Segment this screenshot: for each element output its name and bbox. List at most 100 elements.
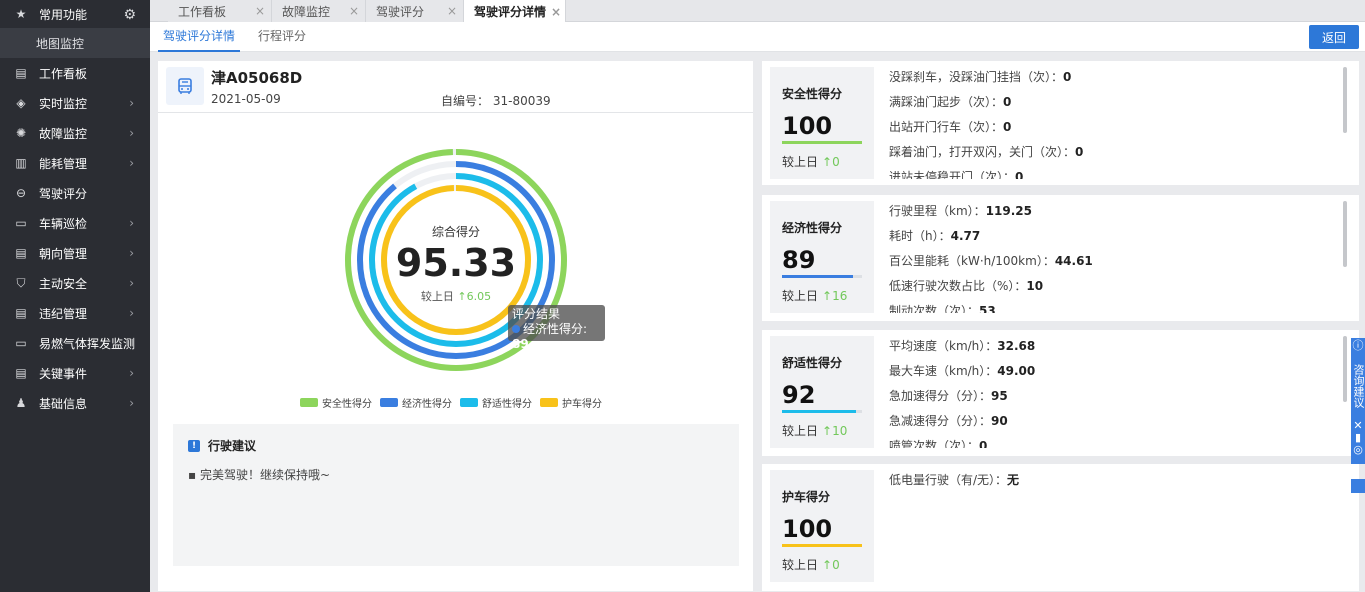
score-card: 经济性得分 89 较上日 ↑16 行驶里程（km）：119.25 耗时（h）：4.77 百公… xyxy=(762,195,1359,321)
detail-value: 53 xyxy=(979,304,996,313)
back-button[interactable]: 返回 xyxy=(1309,25,1359,49)
tab-driving-score-detail[interactable]: 驾驶评分详情 × xyxy=(464,0,566,22)
sidebar-item-9[interactable]: ▭ 易燃气体挥发监测 xyxy=(0,328,150,358)
legend-item[interactable]: 安全性得分 xyxy=(300,395,372,410)
detail-value: 0 xyxy=(979,439,988,448)
sidebar-item-7[interactable]: ⛉ 主动安全 › xyxy=(0,268,150,298)
chevron-right-icon: › xyxy=(129,366,134,380)
score-details: 低电量行驶（有/无）：无 xyxy=(889,468,1344,582)
score-summary: 舒适性得分 92 较上日 ↑10 xyxy=(770,336,874,448)
detail-row: 没踩刹车，没踩油门挂挡（次）：0 xyxy=(889,65,1344,90)
scrollbar[interactable] xyxy=(1343,67,1347,133)
tab-label: 工作看板 xyxy=(178,4,227,19)
consult-widget[interactable]: ⓘ 咨询建议 ✕ ▮ ◎ xyxy=(1351,338,1365,464)
sidebar-item-label: 车辆巡检 xyxy=(39,216,88,231)
vehicle-number-value: 31-80039 xyxy=(492,94,551,108)
close-icon[interactable]: × xyxy=(255,4,265,18)
vehicle-header: 津A05068D 2021-05-09 自编号： 31-80039 xyxy=(158,61,753,113)
tab-fault-monitor[interactable]: 故障监控 × xyxy=(272,0,366,22)
detail-row: 耗时（h）：4.77 xyxy=(889,224,1344,249)
detail-value: 0 xyxy=(1063,70,1072,84)
scrollbar[interactable] xyxy=(1343,336,1347,402)
sidebar-item-6[interactable]: ▤ 朝向管理 › xyxy=(0,238,150,268)
detail-value: 49.00 xyxy=(997,364,1036,378)
score-card: 舒适性得分 92 较上日 ↑10 平均速度（km/h）：32.68 最大车速（km/h）：… xyxy=(762,330,1359,456)
chevron-right-icon: › xyxy=(129,246,134,260)
subtab-trip-score[interactable]: 行程评分 xyxy=(258,22,306,52)
overall-score-value: 95.33 xyxy=(395,241,517,285)
sidebar-common-functions[interactable]: ★ 常用功能 ⚙ xyxy=(0,0,150,28)
legend-item[interactable]: 护车得分 xyxy=(540,395,602,410)
legend-swatch xyxy=(460,397,478,407)
score-compare: 较上日 ↑16 xyxy=(782,287,847,304)
legend-label: 安全性得分 xyxy=(322,398,372,410)
detail-label: 最大车速（km/h）： xyxy=(889,364,998,378)
compare-value: ↑10 xyxy=(822,424,848,438)
score-summary: 护车得分 100 较上日 ↑0 xyxy=(770,470,874,582)
sidebar-item-map-monitor[interactable]: 地图监控 xyxy=(0,28,150,58)
score-bar xyxy=(782,410,862,413)
score-bar-fill xyxy=(782,410,856,413)
info-icon: ♟ xyxy=(15,396,27,410)
detail-row: 出站开门行车（次）：0 xyxy=(889,115,1344,140)
gear-icon[interactable]: ⚙ xyxy=(123,7,136,23)
sidebar-item-1[interactable]: ◈ 实时监控 › xyxy=(0,88,150,118)
sidebar-item-11[interactable]: ♟ 基础信息 › xyxy=(0,388,150,418)
score-value: 89 xyxy=(782,246,816,274)
close-icon[interactable]: × xyxy=(447,4,457,18)
scrollbar[interactable] xyxy=(1343,201,1347,267)
tab-dashboard[interactable]: 工作看板 × xyxy=(168,0,272,22)
vehicle-number-label: 自编号： xyxy=(441,94,490,108)
settings-icon[interactable]: ◎ xyxy=(1351,444,1365,456)
sub-tab-bar: 驾驶评分详情 行程评分 返回 xyxy=(150,22,1365,52)
sidebar-item-label: 朝向管理 xyxy=(39,246,88,261)
detail-value: 90 xyxy=(991,414,1008,428)
tab-driving-score[interactable]: 驾驶评分 × xyxy=(366,0,464,22)
subtab-driving-score-detail[interactable]: 驾驶评分详情 xyxy=(158,22,240,52)
close-icon[interactable]: × xyxy=(349,4,359,18)
sidebar-item-3[interactable]: ▥ 能耗管理 › xyxy=(0,148,150,178)
legend-label: 经济性得分 xyxy=(402,398,452,410)
detail-label: 行驶里程（km）： xyxy=(889,204,986,218)
close-icon[interactable]: × xyxy=(551,5,561,19)
sidebar-item-label: 易燃气体挥发监测 xyxy=(39,336,136,351)
score-bar xyxy=(782,544,862,547)
sidebar-item-0[interactable]: ▤ 工作看板 xyxy=(0,58,150,88)
compare-label: 较上日 xyxy=(420,290,454,303)
sidebar-item-2[interactable]: ✺ 故障监控 › xyxy=(0,118,150,148)
chevron-right-icon: › xyxy=(129,216,134,230)
compare-value: ↑0 xyxy=(822,155,840,169)
detail-value: 0 xyxy=(1003,120,1012,134)
sidebar-item-10[interactable]: ▤ 关键事件 › xyxy=(0,358,150,388)
detail-row: 低速行驶次数占比（%）：10 xyxy=(889,274,1344,299)
sidebar-item-4[interactable]: ⊖ 驾驶评分 xyxy=(0,178,150,208)
advice-text: ▪ 完美驾驶！继续保持哦~ xyxy=(188,468,331,482)
sidebar-item-8[interactable]: ▤ 违纪管理 › xyxy=(0,298,150,328)
legend-item[interactable]: 舒适性得分 xyxy=(460,395,532,410)
detail-row: 平均速度（km/h）：32.68 xyxy=(889,334,1344,359)
detail-label: 低速行驶次数占比（%）： xyxy=(889,279,1027,293)
detail-label: 喷管次数（次）： xyxy=(889,439,980,448)
detail-label: 耗时（h）： xyxy=(889,229,951,243)
detail-row: 百公里能耗（kW·h/100km）：44.61 xyxy=(889,249,1344,274)
detail-label: 低电量行驶（有/无）： xyxy=(889,473,1008,487)
dashboard-icon: ▤ xyxy=(15,66,27,80)
detail-label: 制动次数（次）： xyxy=(889,304,980,313)
tooltip-value: 89 xyxy=(512,337,529,351)
legend-item[interactable]: 经济性得分 xyxy=(380,395,452,410)
sidebar-item-5[interactable]: ▭ 车辆巡检 › xyxy=(0,208,150,238)
overall-score-title: 综合得分 xyxy=(431,225,480,239)
detail-label: 百公里能耗（kW·h/100km）： xyxy=(889,254,1055,268)
score-compare: 较上日 ↑10 xyxy=(782,422,847,439)
direction-icon: ▤ xyxy=(15,246,27,260)
gas-bus-icon: ▭ xyxy=(15,336,27,350)
feedback-icon[interactable] xyxy=(1351,479,1365,493)
score-card: 护车得分 100 较上日 ↑0 低电量行驶（有/无）：无 xyxy=(762,464,1359,591)
energy-icon: ▥ xyxy=(15,156,27,170)
chevron-right-icon: › xyxy=(129,306,134,320)
detail-value: 无 xyxy=(1007,473,1020,487)
tab-label: 驾驶评分 xyxy=(376,4,425,19)
score-value: 100 xyxy=(782,112,833,140)
score-label: 舒适性得分 xyxy=(782,356,843,370)
shield-icon: ⛉ xyxy=(16,275,26,290)
